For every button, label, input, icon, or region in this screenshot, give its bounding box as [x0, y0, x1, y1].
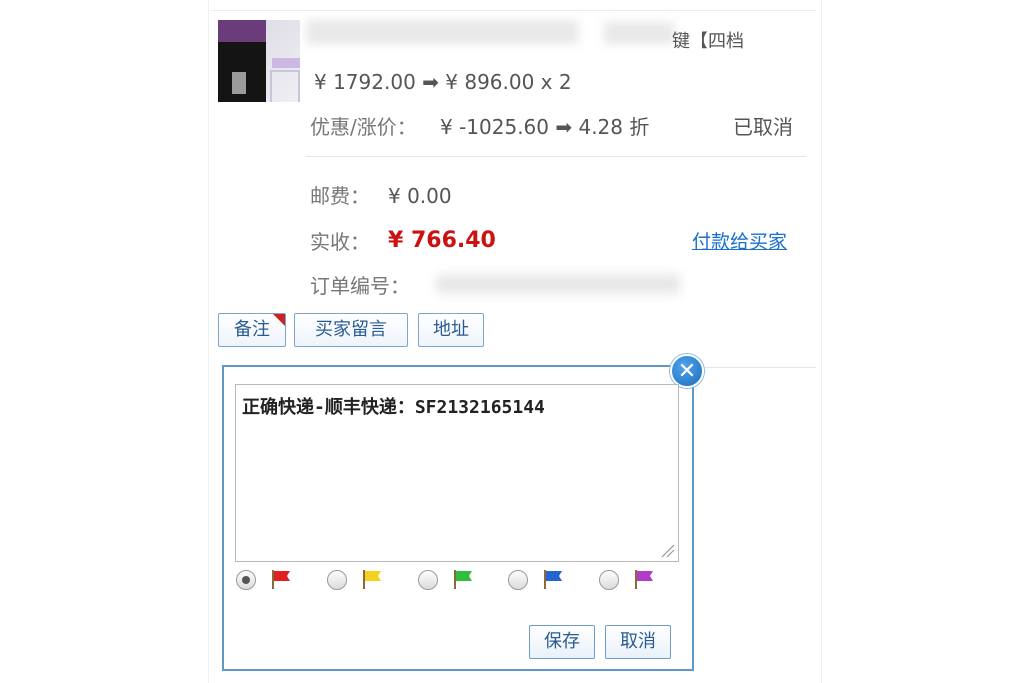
top-divider — [210, 10, 816, 11]
tab-address-label: 地址 — [433, 319, 469, 340]
price-line: ¥ 1792.00 ➡ ¥ 896.00 x 2 — [314, 70, 572, 94]
flag-radio-yellow[interactable] — [327, 570, 347, 590]
flag-radio-green[interactable] — [418, 570, 438, 590]
section-divider — [306, 156, 806, 157]
yellow-flag-cloth — [365, 571, 381, 581]
tab-baseline — [688, 367, 816, 368]
close-icon[interactable]: ✕ — [670, 354, 704, 388]
discount-label: 优惠/涨价： — [310, 115, 417, 139]
tab-buyer-message[interactable]: 买家留言 — [294, 313, 408, 347]
received-amount: ¥ 766.40 — [388, 228, 496, 253]
green-flag-cloth — [456, 571, 472, 581]
yellow-flag-icon — [363, 570, 381, 589]
green-flag-icon — [454, 570, 472, 589]
red-flag-cloth — [274, 571, 290, 581]
blue-flag-cloth — [546, 571, 562, 581]
product-thumbnail[interactable] — [218, 20, 300, 102]
note-textarea[interactable] — [235, 384, 679, 562]
note-flag-corner-icon — [273, 314, 285, 326]
discount-value: ¥ -1025.60 ➡ 4.28 折 — [440, 115, 650, 139]
shipping-value: ¥ 0.00 — [388, 184, 452, 208]
tab-note-label: 备注 — [234, 319, 270, 340]
pay-to-buyer-link[interactable]: 付款给买家 — [692, 228, 787, 256]
thumbnail-frame — [270, 70, 300, 102]
tab-address[interactable]: 地址 — [418, 313, 484, 347]
red-flag-icon — [272, 570, 290, 589]
shipping-label: 邮费： — [310, 184, 370, 208]
purple-flag-icon — [635, 570, 653, 589]
order-detail-screen: 键【四档 ¥ 1792.00 ➡ ¥ 896.00 x 2 优惠/涨价： ¥ -… — [0, 0, 1024, 683]
cancel-button[interactable]: 取消 — [605, 625, 671, 659]
product-title-tail[interactable]: 键【四档 — [672, 28, 744, 56]
tab-buyer-message-label: 买家留言 — [315, 319, 387, 340]
flag-radio-blue[interactable] — [508, 570, 528, 590]
product-title-blurred-2 — [604, 22, 674, 44]
flag-radio-red[interactable] — [236, 570, 256, 590]
product-title-blurred[interactable] — [306, 20, 578, 44]
thumbnail-purple-area — [218, 20, 266, 42]
blue-flag-icon — [544, 570, 562, 589]
tab-note[interactable]: 备注 — [218, 313, 286, 347]
order-number-label: 订单编号： — [310, 274, 410, 298]
purple-flag-cloth — [637, 571, 653, 581]
order-number-blurred — [436, 274, 680, 294]
flag-radio-purple[interactable] — [599, 570, 619, 590]
thumbnail-figure — [232, 72, 246, 94]
save-button[interactable]: 保存 — [529, 625, 595, 659]
order-status: 已取消 — [733, 115, 793, 139]
resize-grip-icon[interactable] — [660, 543, 676, 559]
thumbnail-lilac-band — [272, 58, 300, 68]
received-label: 实收： — [310, 230, 370, 254]
